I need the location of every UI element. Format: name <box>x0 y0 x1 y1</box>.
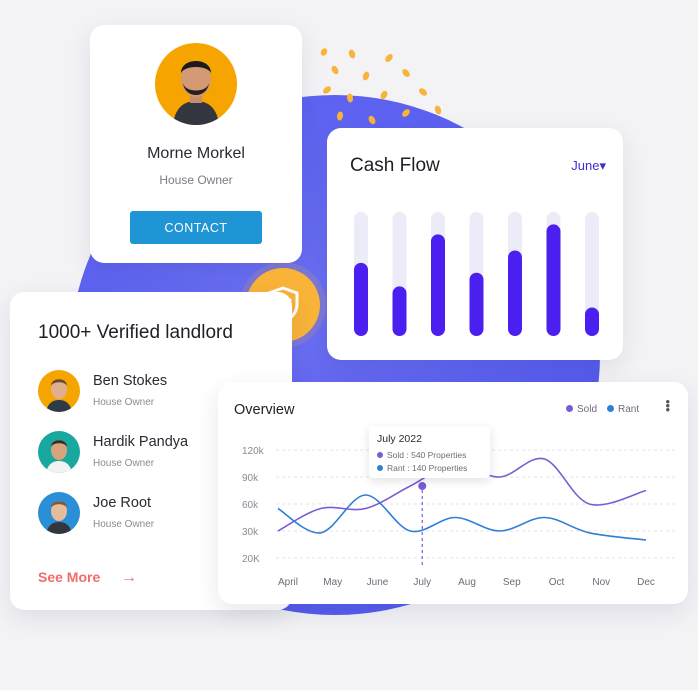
x-tick-label: Oct <box>549 577 565 588</box>
landlord-role: House Owner <box>93 397 155 408</box>
avatar <box>38 370 80 412</box>
hover-point[interactable] <box>418 482 427 490</box>
landlord-name: Hardik Pandya <box>93 434 189 450</box>
overview-card: 120k 90k 60k 30k 20K April May June July Aug Sep Oc… <box>218 382 688 604</box>
x-tick-label: May <box>323 577 342 588</box>
legend-label: Sold <box>577 404 598 415</box>
person-avatar-icon <box>173 61 219 125</box>
avatar <box>38 431 80 473</box>
month-dropdown[interactable]: June▾ <box>571 158 606 174</box>
cash-flow-bar[interactable] <box>508 250 522 336</box>
person-avatar-icon <box>46 379 72 412</box>
avatar <box>38 492 80 534</box>
tooltip-title: July 2022 <box>377 433 422 445</box>
see-more-link[interactable]: See More <box>38 569 100 585</box>
cash-flow-bar[interactable] <box>392 286 407 336</box>
legend-item-sold[interactable]: Sold <box>566 404 597 415</box>
y-tick-label: 30k <box>242 527 259 538</box>
cash-flow-bar[interactable] <box>469 272 484 336</box>
legend-swatch <box>566 405 573 412</box>
more-options-icon[interactable]: • • • <box>665 395 670 416</box>
person-avatar-icon <box>46 440 72 473</box>
cash-flow-bar[interactable] <box>585 307 599 336</box>
landlord-name: Joe Root <box>93 495 152 511</box>
series-line-rant[interactable] <box>277 494 647 541</box>
landlord-name: Ben Stokes <box>93 373 168 389</box>
avatar <box>155 43 237 125</box>
y-tick-label: 60k <box>242 500 259 511</box>
cash-flow-title: Cash Flow <box>350 155 440 176</box>
legend-swatch <box>607 405 615 412</box>
y-tick-label: 120k <box>242 446 265 457</box>
landlord-role: House Owner <box>93 458 155 469</box>
cash-flow-bar[interactable] <box>546 224 561 336</box>
x-tick-label: July <box>413 577 431 588</box>
x-tick-label: April <box>278 577 298 588</box>
x-tick-label: Sep <box>503 577 521 588</box>
legend-swatch <box>377 452 383 458</box>
contact-button[interactable]: CONTACT <box>130 211 262 244</box>
cash-flow-card: Cash Flow June▾ <box>327 128 623 360</box>
y-tick-label: 20K <box>242 554 260 565</box>
legend-label: Rant <box>618 404 640 415</box>
legend-item-rant[interactable]: Rant <box>607 404 639 415</box>
legend-swatch <box>377 465 383 471</box>
cash-flow-bar[interactable] <box>354 262 368 336</box>
cash-flow-bar[interactable] <box>431 234 445 336</box>
person-avatar-icon <box>46 501 72 534</box>
x-tick-label: Nov <box>592 577 610 588</box>
x-tick-label: June <box>367 577 389 588</box>
tooltip-text: Sold : 540 Properties <box>387 450 467 460</box>
profile-card: Morne Morkel House Owner CONTACT <box>90 25 302 263</box>
overview-title: Overview <box>234 402 295 418</box>
y-tick-label: 90k <box>242 473 259 484</box>
x-tick-label: Dec <box>637 577 655 588</box>
chart-legend: Sold Rant <box>566 404 639 415</box>
chart-tooltip: July 2022 Sold : 540 Properties Rant : 1… <box>369 426 490 478</box>
x-tick-label: Aug <box>458 577 476 588</box>
profile-name: Morne Morkel <box>147 145 245 162</box>
arrow-right-icon[interactable]: → <box>121 569 137 587</box>
landlord-role: House Owner <box>93 519 155 530</box>
tooltip-text: Rant : 140 Properties <box>387 463 468 473</box>
tooltip-row-sold: Sold : 540 Properties <box>377 450 466 460</box>
profile-role: House Owner <box>159 173 233 187</box>
tooltip-row-rant: Rant : 140 Properties <box>377 463 467 473</box>
landlord-title: 1000+ Verified landlord <box>38 322 233 343</box>
